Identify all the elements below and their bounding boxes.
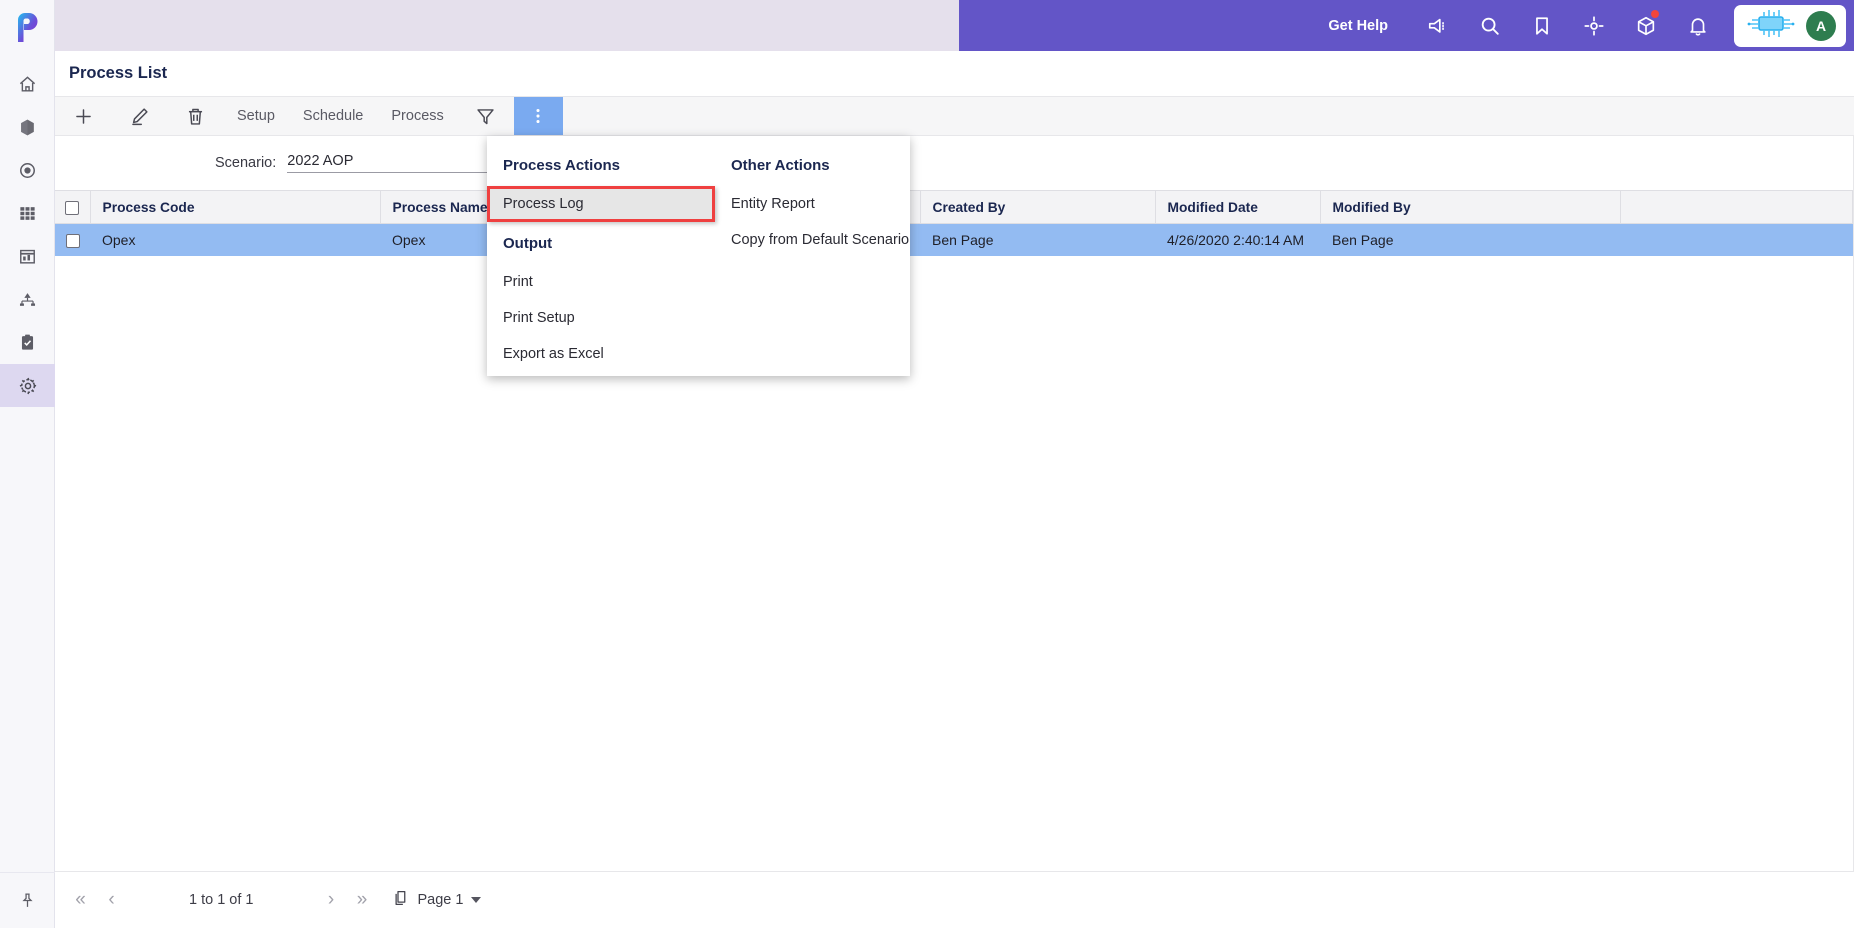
more-actions-button[interactable]	[513, 97, 563, 135]
sidebar-item-grid[interactable]	[0, 192, 55, 235]
pages-icon	[392, 889, 410, 912]
select-all-header[interactable]	[55, 190, 91, 224]
more-actions-menu: Process Actions Process Log Output Print…	[487, 136, 910, 376]
menu-item-print[interactable]: Print	[487, 264, 715, 300]
top-navigation-bar: Get Help A	[55, 0, 1854, 51]
next-page-button[interactable]: ›	[316, 880, 347, 920]
menu-item-process-log[interactable]: Process Log	[487, 186, 715, 222]
edit-button[interactable]	[111, 97, 167, 135]
table-header-row: Process Code Process Name Created By Mod…	[55, 190, 1853, 224]
previous-page-button[interactable]: ‹	[96, 880, 127, 920]
delete-button[interactable]	[167, 97, 223, 135]
left-sidebar	[0, 0, 55, 928]
sidebar-item-hierarchy[interactable]	[0, 278, 55, 321]
bell-icon[interactable]	[1672, 0, 1724, 51]
menu-heading-output: Output	[503, 235, 553, 252]
row-select-cell[interactable]	[55, 223, 90, 256]
column-header-process-code[interactable]: Process Code	[90, 190, 381, 224]
menu-item-entity-report[interactable]: Entity Report	[715, 186, 910, 222]
action-toolbar: Setup Schedule Process	[55, 96, 1854, 136]
page-header: Process List	[55, 51, 1854, 96]
app-root: Get Help A Process List Setup Schedule P…	[0, 0, 1854, 928]
user-account-chip[interactable]: A	[1734, 4, 1846, 47]
chip-icon	[1746, 8, 1796, 43]
menu-heading-process-actions: Process Actions	[503, 157, 620, 174]
column-header-filler	[1620, 190, 1853, 224]
first-page-button[interactable]: «	[65, 880, 96, 920]
sidebar-item-reports[interactable]	[0, 235, 55, 278]
setup-button[interactable]: Setup	[223, 97, 289, 135]
cell-created-by: Ben Page	[920, 223, 1155, 256]
package-notification-badge	[1651, 10, 1659, 18]
package-icon[interactable]	[1620, 0, 1672, 51]
topbar-actions: Get Help A	[1328, 0, 1854, 51]
page-number-label: Page 1	[417, 892, 464, 908]
add-button[interactable]	[55, 97, 111, 135]
table-row[interactable]: Opex Opex Ben Page 4/26/2020 2:40:14 AM …	[55, 223, 1853, 256]
menu-item-print-setup[interactable]: Print Setup	[487, 300, 715, 336]
select-all-checkbox[interactable]	[65, 200, 80, 215]
schedule-button[interactable]: Schedule	[289, 97, 377, 135]
main-content: Scenario: 2022 AOP Process Code Process …	[55, 136, 1854, 871]
chevron-down-icon[interactable]	[471, 897, 482, 903]
menu-heading-other-actions: Other Actions	[731, 157, 830, 174]
table-body: Opex Opex Ben Page 4/26/2020 2:40:14 AM …	[55, 223, 1853, 256]
record-range-text: 1 to 1 of 1	[189, 892, 254, 908]
scenario-label: Scenario:	[215, 155, 277, 171]
column-header-modified-date[interactable]: Modified Date	[1155, 190, 1321, 224]
target-icon[interactable]	[1568, 0, 1620, 51]
sidebar-items	[0, 63, 55, 407]
pin-icon[interactable]	[0, 872, 55, 928]
page-title: Process List	[69, 64, 168, 82]
menu-column-right: Other Actions Entity Report Copy from De…	[715, 136, 910, 376]
avatar[interactable]: A	[1806, 10, 1836, 41]
get-help-link[interactable]: Get Help	[1328, 18, 1388, 34]
process-table: Process Code Process Name Created By Mod…	[55, 190, 1853, 256]
sidebar-item-settings[interactable]	[0, 364, 55, 407]
menu-item-export-as-excel[interactable]: Export as Excel	[487, 336, 715, 372]
sidebar-item-target[interactable]	[0, 149, 55, 192]
row-checkbox[interactable]	[65, 233, 80, 248]
column-header-created-by[interactable]: Created By	[920, 190, 1156, 224]
table-header: Process Code Process Name Created By Mod…	[55, 190, 1853, 224]
column-header-modified-by[interactable]: Modified By	[1320, 190, 1621, 224]
pagination-bar: « ‹ 1 to 1 of 1 › » Page 1	[55, 871, 1854, 928]
sidebar-item-home[interactable]	[0, 63, 55, 106]
search-icon[interactable]	[1464, 0, 1516, 51]
topbar-slant-decoration	[959, 0, 1007, 51]
last-page-button[interactable]: »	[347, 880, 378, 920]
announcement-icon[interactable]	[1412, 0, 1464, 51]
cell-process-code: Opex	[90, 223, 380, 256]
cell-filler	[1620, 223, 1853, 256]
filter-bar: Scenario: 2022 AOP	[55, 136, 1853, 190]
menu-column-left: Process Actions Process Log Output Print…	[487, 136, 715, 376]
cell-modified-date: 4/26/2020 2:40:14 AM	[1155, 223, 1320, 256]
cell-modified-by: Ben Page	[1320, 223, 1620, 256]
bookmark-icon[interactable]	[1516, 0, 1568, 51]
app-logo[interactable]	[0, 0, 55, 55]
menu-item-copy-from-default-scenario[interactable]: Copy from Default Scenario	[715, 222, 910, 258]
sidebar-item-tasks[interactable]	[0, 321, 55, 364]
filter-button[interactable]	[458, 97, 514, 135]
sidebar-item-models[interactable]	[0, 106, 55, 149]
page-selector[interactable]: Page 1	[392, 889, 482, 912]
process-button[interactable]: Process	[377, 97, 457, 135]
